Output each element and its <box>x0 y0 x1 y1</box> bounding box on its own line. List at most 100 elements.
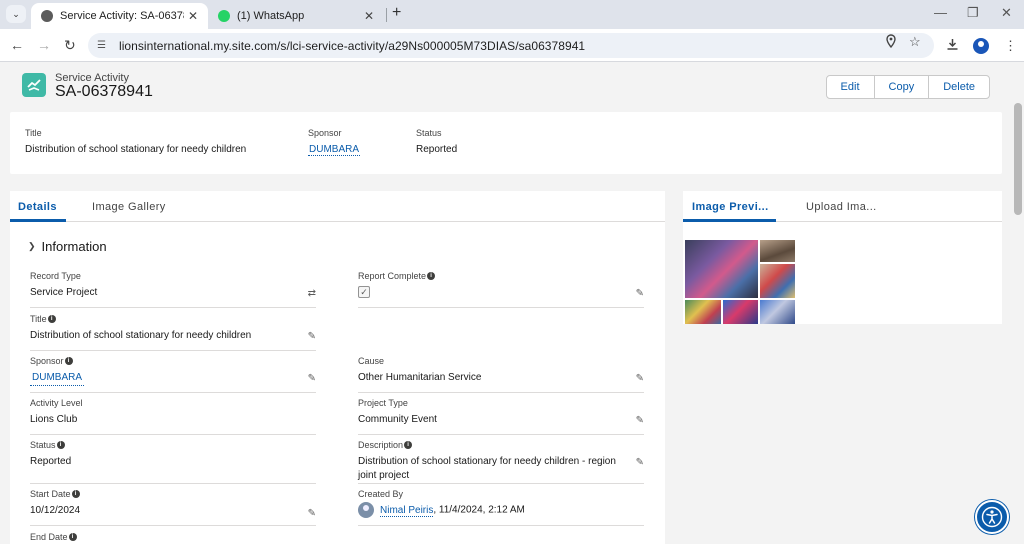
site-info-icon[interactable]: ☰ <box>97 40 109 52</box>
field-label: Status i <box>30 439 316 450</box>
highlight-value: Distribution of school stationary for ne… <box>25 144 247 155</box>
image-thumbnail[interactable] <box>760 264 795 298</box>
image-thumbnail[interactable] <box>723 300 758 324</box>
tab-title: (1) WhatsApp <box>237 10 305 22</box>
download-icon[interactable] <box>946 38 959 54</box>
close-window-icon[interactable]: ✕ <box>1001 5 1012 21</box>
info-icon[interactable]: i <box>71 489 80 498</box>
highlight-sponsor: Sponsor DUMBARA <box>308 128 361 156</box>
field-value: Lions Club <box>30 414 78 425</box>
browser-tab-whatsapp[interactable]: (1) WhatsApp ✕ <box>208 3 384 29</box>
field-value: Distribution of school stationary for ne… <box>358 456 616 481</box>
tab-title: Service Activity: SA-06378941 <box>60 10 184 22</box>
page-scrollbar[interactable] <box>1014 103 1022 215</box>
delete-button[interactable]: Delete <box>929 76 989 98</box>
tab-divider <box>386 8 387 22</box>
sponsor-link[interactable]: DUMBARA <box>30 371 85 386</box>
field-divider <box>30 483 316 484</box>
field-divider <box>358 483 644 484</box>
field-divider <box>358 392 644 393</box>
highlights-panel: Title Distribution of school stationary … <box>10 112 1002 174</box>
image-thumbnail[interactable] <box>685 240 758 298</box>
sponsor-link[interactable]: DUMBARA <box>308 144 361 156</box>
image-thumbnail[interactable] <box>760 240 795 262</box>
profile-avatar-icon[interactable] <box>973 38 989 54</box>
field-created-by: Created By Nimal Peiris, 11/4/2024, 2:12… <box>358 488 644 526</box>
tab-details[interactable]: Details <box>18 201 57 213</box>
field-divider <box>358 525 644 526</box>
report-complete-checkbox[interactable]: ✓ <box>358 286 370 298</box>
field-report-complete: Report Complete i ✓ ✎ <box>358 270 644 308</box>
field-label-text: Description <box>358 439 404 450</box>
chevron-down-icon: ⌄ <box>12 8 20 19</box>
info-icon[interactable]: i <box>56 440 65 449</box>
reload-icon[interactable]: ↻ <box>64 37 76 54</box>
edit-pencil-icon[interactable]: ✎ <box>308 331 316 342</box>
back-icon[interactable]: ← <box>10 37 24 53</box>
section-title: Information <box>41 239 107 254</box>
highlight-label: Title <box>25 128 42 138</box>
user-avatar-icon <box>358 502 374 518</box>
field-end-date: End Date i <box>30 531 316 543</box>
field-label: Description i <box>358 439 644 450</box>
address-bar[interactable]: ☰ lionsinternational.my.site.com/s/lci-s… <box>88 33 934 58</box>
more-menu-icon[interactable]: ⋮ <box>1004 38 1017 54</box>
image-thumbnail[interactable] <box>685 300 721 324</box>
image-thumbnail[interactable] <box>760 300 795 324</box>
record-actions: Edit Copy Delete <box>825 75 990 99</box>
location-icon[interactable] <box>885 34 897 51</box>
tab-image-preview[interactable]: Image Previ... <box>692 201 769 213</box>
field-divider <box>358 307 644 308</box>
field-divider <box>30 525 316 526</box>
edit-pencil-icon[interactable]: ✎ <box>308 508 316 519</box>
tab-image-gallery[interactable]: Image Gallery <box>92 201 166 213</box>
minimize-icon[interactable]: — <box>934 5 947 20</box>
information-section-header[interactable]: ❯ Information <box>28 239 107 254</box>
forward-icon[interactable]: → <box>37 37 51 53</box>
info-icon[interactable]: i <box>64 356 73 365</box>
edit-pencil-icon[interactable]: ✎ <box>636 457 644 468</box>
info-icon[interactable]: i <box>68 532 77 541</box>
created-date: , 11/4/2024, 2:12 AM <box>433 504 525 516</box>
field-label: End Date i <box>30 531 316 542</box>
chevron-down-icon: ❯ <box>28 241 36 251</box>
info-icon[interactable]: i <box>47 314 56 323</box>
browser-tab-service-activity[interactable]: Service Activity: SA-06378941 ✕ <box>31 3 208 29</box>
tab-upload-image[interactable]: Upload Ima... <box>806 201 877 213</box>
field-label: Project Type <box>358 397 408 408</box>
field-label-text: Start Date <box>30 488 71 499</box>
edit-button[interactable]: Edit <box>827 76 875 98</box>
edit-pencil-icon[interactable]: ✎ <box>636 373 644 384</box>
restore-icon[interactable]: ❐ <box>967 5 979 21</box>
field-label: Record Type <box>30 270 81 281</box>
copy-button[interactable]: Copy <box>875 76 930 98</box>
accessibility-button[interactable] <box>975 500 1009 534</box>
created-by-user-link[interactable]: Nimal Peiris <box>380 504 434 517</box>
edit-pencil-icon[interactable]: ✎ <box>308 373 316 384</box>
field-value: Community Event <box>358 414 437 425</box>
change-record-type-icon[interactable]: ⇄ <box>308 288 316 299</box>
image-gallery-grid <box>685 240 795 324</box>
edit-pencil-icon[interactable]: ✎ <box>636 415 644 426</box>
field-title: Title i Distribution of school stationary… <box>30 313 316 351</box>
field-project-type: Project Type Community Event ✎ <box>358 397 644 435</box>
new-tab-icon[interactable]: + <box>392 4 401 22</box>
close-tab-icon[interactable]: ✕ <box>188 9 198 23</box>
close-tab-icon[interactable]: ✕ <box>364 9 374 23</box>
accessibility-icon <box>981 506 1003 528</box>
edit-pencil-icon[interactable]: ✎ <box>636 288 644 299</box>
whatsapp-icon <box>218 10 230 22</box>
tab-search-button[interactable]: ⌄ <box>6 5 26 23</box>
info-icon[interactable]: i <box>404 440 413 449</box>
field-value: 10/12/2024 <box>30 505 81 516</box>
field-status: Status i Reported <box>30 439 316 484</box>
highlight-title: Title Distribution of school stationary … <box>25 128 246 155</box>
field-label: Cause <box>358 355 385 366</box>
field-cause: Cause Other Humanitarian Service ✎ <box>358 355 644 393</box>
address-toolbar: ← → ↻ ☰ lionsinternational.my.site.com/s… <box>0 29 1024 62</box>
bookmark-star-icon[interactable]: ☆ <box>909 34 921 50</box>
info-icon[interactable]: i <box>427 271 436 280</box>
highlight-label: Sponsor <box>308 128 342 138</box>
active-tab-indicator <box>683 219 776 222</box>
field-description: Description i Distribution of school stat… <box>358 439 644 484</box>
